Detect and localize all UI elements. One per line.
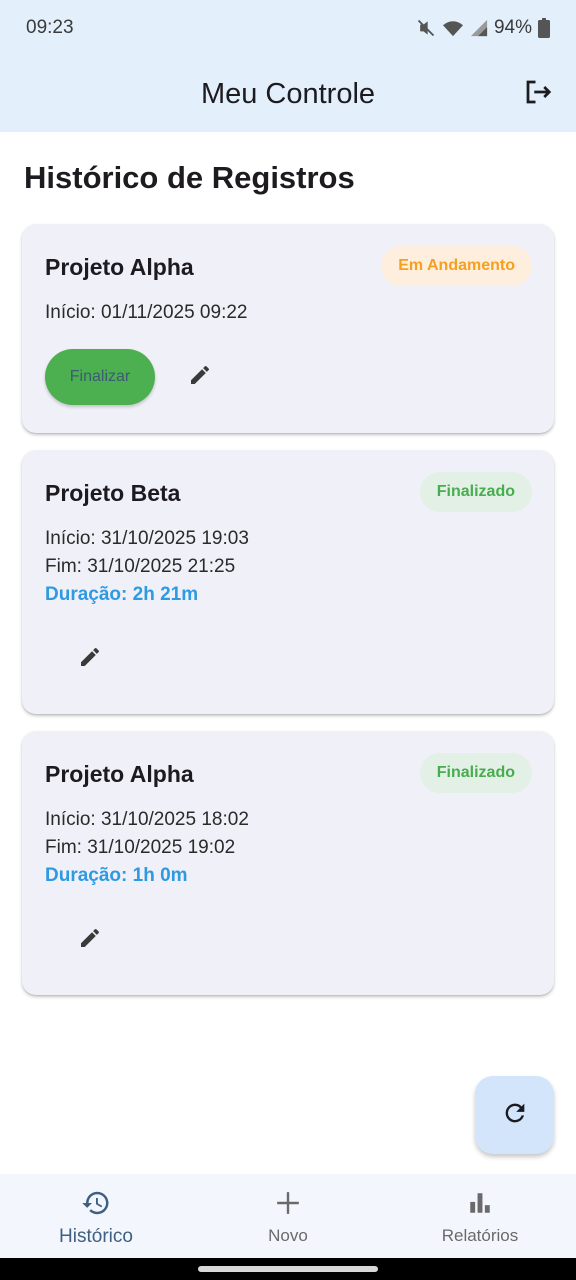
mute-icon [416, 18, 436, 38]
edit-icon [78, 926, 102, 955]
record-duration: Duração: 1h 0m [45, 865, 188, 886]
gesture-handle[interactable] [198, 1266, 378, 1272]
finish-button[interactable]: Finalizar [45, 349, 155, 405]
wifi-icon [442, 18, 464, 38]
logout-button[interactable] [518, 74, 558, 114]
edit-button[interactable] [68, 637, 112, 681]
record-duration: Duração: 2h 21m [45, 584, 199, 605]
record-end: Fim: 31/10/2025 21:25 [45, 556, 236, 577]
record-end: Fim: 31/10/2025 19:02 [45, 837, 236, 858]
nav-label: Histórico [59, 1226, 133, 1247]
record-start: Início: 31/10/2025 18:02 [45, 809, 249, 830]
nav-item-historico[interactable]: Histórico [0, 1174, 192, 1258]
status-badge: Finalizado [419, 753, 532, 793]
edit-button[interactable] [68, 918, 112, 962]
edit-icon [188, 363, 212, 392]
status-time: 09:23 [26, 17, 74, 38]
history-icon [81, 1188, 111, 1218]
app-title: Meu Controle [200, 77, 376, 110]
signal-icon [470, 19, 488, 37]
nav-item-novo[interactable]: Novo [192, 1174, 384, 1258]
record-title: Projeto Beta [45, 480, 181, 506]
battery-level: 94% [493, 17, 532, 38]
bottom-nav: Histórico Novo Relatórios [0, 1174, 576, 1258]
gesture-area [0, 1258, 576, 1280]
nav-item-relatorios[interactable]: Relatórios [384, 1174, 576, 1258]
record-card: Projeto Beta Finalizado Início: 31/10/20… [22, 450, 554, 714]
edit-button[interactable] [178, 355, 222, 399]
nav-label: Relatórios [441, 1226, 519, 1245]
record-title: Projeto Alpha [45, 254, 194, 280]
status-badge: Finalizado [419, 472, 532, 512]
refresh-icon [501, 1099, 529, 1132]
record-card: Projeto Alpha Em Andamento Início: 01/11… [22, 224, 554, 433]
refresh-button[interactable] [475, 1076, 554, 1154]
page-title: Histórico de Registros [24, 160, 355, 195]
record-start: Início: 31/10/2025 19:03 [45, 528, 249, 549]
bar-chart-icon [467, 1188, 493, 1218]
logout-icon [523, 77, 553, 112]
status-bar: 09:23 94% [0, 0, 576, 56]
plus-icon [275, 1188, 301, 1218]
status-icons: 94% [416, 17, 550, 39]
record-start: Início: 01/11/2025 09:22 [45, 302, 248, 323]
nav-label: Novo [268, 1226, 308, 1245]
status-badge: Em Andamento [381, 246, 532, 286]
record-card: Projeto Alpha Finalizado Início: 31/10/2… [22, 731, 554, 995]
app-bar: Meu Controle [0, 56, 576, 132]
edit-icon [78, 645, 102, 674]
battery-icon [538, 18, 550, 38]
record-title: Projeto Alpha [45, 761, 194, 787]
